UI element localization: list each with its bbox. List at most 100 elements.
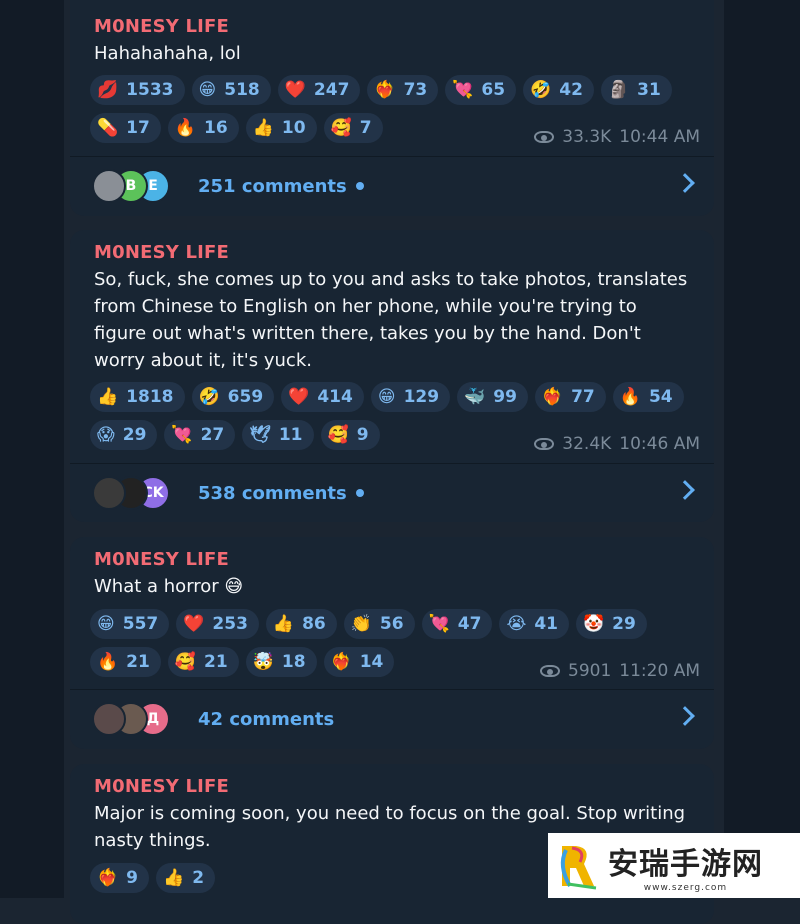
reaction-chip[interactable]: ❤️ 414 <box>281 382 364 412</box>
reaction-emoji-icon: 🔥 <box>174 117 197 138</box>
comments-count: 42 comments <box>198 708 335 730</box>
reaction-emoji-icon: 🔥 <box>97 651 119 672</box>
reaction-chip[interactable]: 🔥 54 <box>612 382 684 412</box>
commenter-avatar <box>92 169 126 203</box>
reaction-chip[interactable]: 🔥 21 <box>90 647 161 677</box>
reaction-emoji-icon: 👏 <box>350 613 372 634</box>
reaction-chip[interactable]: 😭 41 <box>499 609 569 639</box>
reaction-count: 17 <box>126 118 150 138</box>
channel-feed[interactable]: M0NESY LIFE Hahahahaha, lol 💋 1533 😁 518 ❤️ 2… <box>70 0 714 924</box>
reaction-chip[interactable]: 🥰 7 <box>323 113 383 143</box>
reaction-count: 42 <box>559 80 583 100</box>
reaction-chip[interactable]: 🕊 11 <box>242 420 314 450</box>
reaction-chip[interactable]: 🤣 42 <box>523 75 594 105</box>
reaction-chip[interactable]: 🗿 31 <box>600 75 672 105</box>
unread-dot <box>355 182 364 190</box>
post-meta: 5901 11:20 AM <box>540 661 700 681</box>
reaction-emoji-icon: 😁 <box>377 386 396 407</box>
reaction-emoji-icon: 💊 <box>97 117 119 138</box>
reaction-count: 11 <box>278 425 303 445</box>
reaction-emoji-icon: 🤣 <box>530 79 552 100</box>
reaction-emoji-icon: ❤️‍🔥 <box>374 79 396 100</box>
reaction-chip[interactable]: 👍 1818 <box>90 382 185 412</box>
reaction-count: 99 <box>493 387 517 407</box>
reaction-count: 1533 <box>126 80 174 100</box>
reaction-chip[interactable]: 🥰 9 <box>320 420 380 450</box>
post-author[interactable]: M0NESY LIFE <box>94 776 229 797</box>
reaction-row: 👍 1818 🤣 659 ❤️ 414 😁 129 🐳 99 ❤️‍🔥 77 🔥 54 <box>90 382 690 412</box>
chevron-right-icon <box>675 173 695 193</box>
reaction-emoji-icon: 🤯 <box>252 651 274 672</box>
reaction-chip[interactable]: ❤️‍🔥 9 <box>90 863 150 893</box>
post-author[interactable]: M0NESY LIFE <box>94 549 229 570</box>
reaction-chip[interactable]: 👍 86 <box>265 609 337 639</box>
reaction-chip[interactable]: 👏 56 <box>343 609 415 639</box>
reaction-emoji-icon: 👍 <box>163 867 185 888</box>
reaction-emoji-icon: 🥰 <box>174 651 197 672</box>
chevron-right-icon <box>675 480 695 500</box>
reaction-chip[interactable]: 💊 17 <box>90 113 161 143</box>
comments-count: 538 comments <box>198 482 347 504</box>
reaction-chip[interactable]: 👍 2 <box>156 863 216 893</box>
commenter-avatars: CK <box>92 476 184 510</box>
post-author[interactable]: M0NESY LIFE <box>94 242 229 263</box>
comments-button[interactable]: BE 251 comments <box>70 157 714 215</box>
reaction-count: 18 <box>281 652 306 672</box>
reaction-count: 9 <box>126 868 139 888</box>
reaction-chip[interactable]: 😁 518 <box>191 75 271 105</box>
reaction-emoji-icon: 🤣 <box>198 386 220 407</box>
reaction-emoji-icon: ❤️ <box>183 613 205 634</box>
right-background <box>724 0 800 898</box>
post-text: So, fuck, she comes up to you and asks t… <box>94 269 688 371</box>
reaction-count: 73 <box>403 80 428 100</box>
reaction-count: 7 <box>359 118 372 138</box>
reaction-count: 29 <box>612 614 636 634</box>
reaction-count: 10 <box>281 118 306 138</box>
comments-button[interactable]: Д 42 comments <box>70 690 714 748</box>
reaction-count: 41 <box>534 614 558 634</box>
reaction-chip[interactable]: ❤️‍🔥 77 <box>534 382 606 412</box>
reaction-chip[interactable]: 🔥 16 <box>167 113 239 143</box>
reaction-count: 2 <box>192 868 205 888</box>
unread-dot <box>355 489 364 497</box>
reaction-chip[interactable]: 😁 557 <box>90 609 170 639</box>
reaction-chip[interactable]: 💋 1533 <box>90 75 185 105</box>
reaction-emoji-icon: 😁 <box>198 79 217 100</box>
reaction-emoji-icon: 🥰 <box>327 424 349 445</box>
comments-button[interactable]: CK 538 comments <box>70 464 714 522</box>
post-meta: 32.4K 10:46 AM <box>534 434 700 454</box>
reaction-emoji-icon: 😭 <box>506 613 527 634</box>
reaction-chip[interactable]: 🐳 99 <box>457 382 528 412</box>
reaction-chip[interactable]: ❤️ 253 <box>176 609 259 639</box>
post-time: 10:44 AM <box>619 127 700 147</box>
reaction-emoji-icon: 🐳 <box>464 386 486 407</box>
reaction-emoji-icon: ❤️‍🔥 <box>330 651 352 672</box>
reaction-chip[interactable]: ❤️‍🔥 14 <box>323 647 395 677</box>
reaction-count: 557 <box>122 614 159 634</box>
reaction-emoji-icon: 🗿 <box>607 79 630 100</box>
view-count: 32.4K <box>562 434 612 454</box>
reaction-count: 1818 <box>126 387 174 407</box>
reaction-emoji-icon: ❤️‍🔥 <box>97 867 119 888</box>
post-time: 11:20 AM <box>619 661 700 681</box>
reaction-emoji-icon: 👍 <box>252 117 274 138</box>
reaction-emoji-icon: 😁 <box>97 613 115 634</box>
reaction-chip[interactable]: 💘 47 <box>421 609 493 639</box>
post-author[interactable]: M0NESY LIFE <box>94 16 229 37</box>
channel-post: M0NESY LIFE Hahahahaha, lol 💋 1533 😁 518 ❤️ 2… <box>70 0 714 216</box>
reaction-chip[interactable]: 💘 27 <box>164 420 236 450</box>
reaction-count: 54 <box>648 387 673 407</box>
reaction-chip[interactable]: 👍 10 <box>245 113 317 143</box>
reaction-chip[interactable]: ❤️ 247 <box>277 75 361 105</box>
reaction-count: 247 <box>313 80 350 100</box>
reaction-count: 414 <box>317 387 353 407</box>
reaction-chip[interactable]: 😁 129 <box>370 382 451 412</box>
reaction-chip[interactable]: 💘 65 <box>445 75 517 105</box>
reaction-chip[interactable]: 🥰 21 <box>167 647 239 677</box>
reaction-chip[interactable]: 🤡 29 <box>575 609 647 639</box>
reaction-chip[interactable]: ❤️‍🔥 73 <box>367 75 439 105</box>
commenter-avatar <box>92 702 126 736</box>
reaction-chip[interactable]: 😱 29 <box>90 420 158 450</box>
reaction-chip[interactable]: 🤣 659 <box>191 382 275 412</box>
reaction-chip[interactable]: 🤯 18 <box>245 647 317 677</box>
